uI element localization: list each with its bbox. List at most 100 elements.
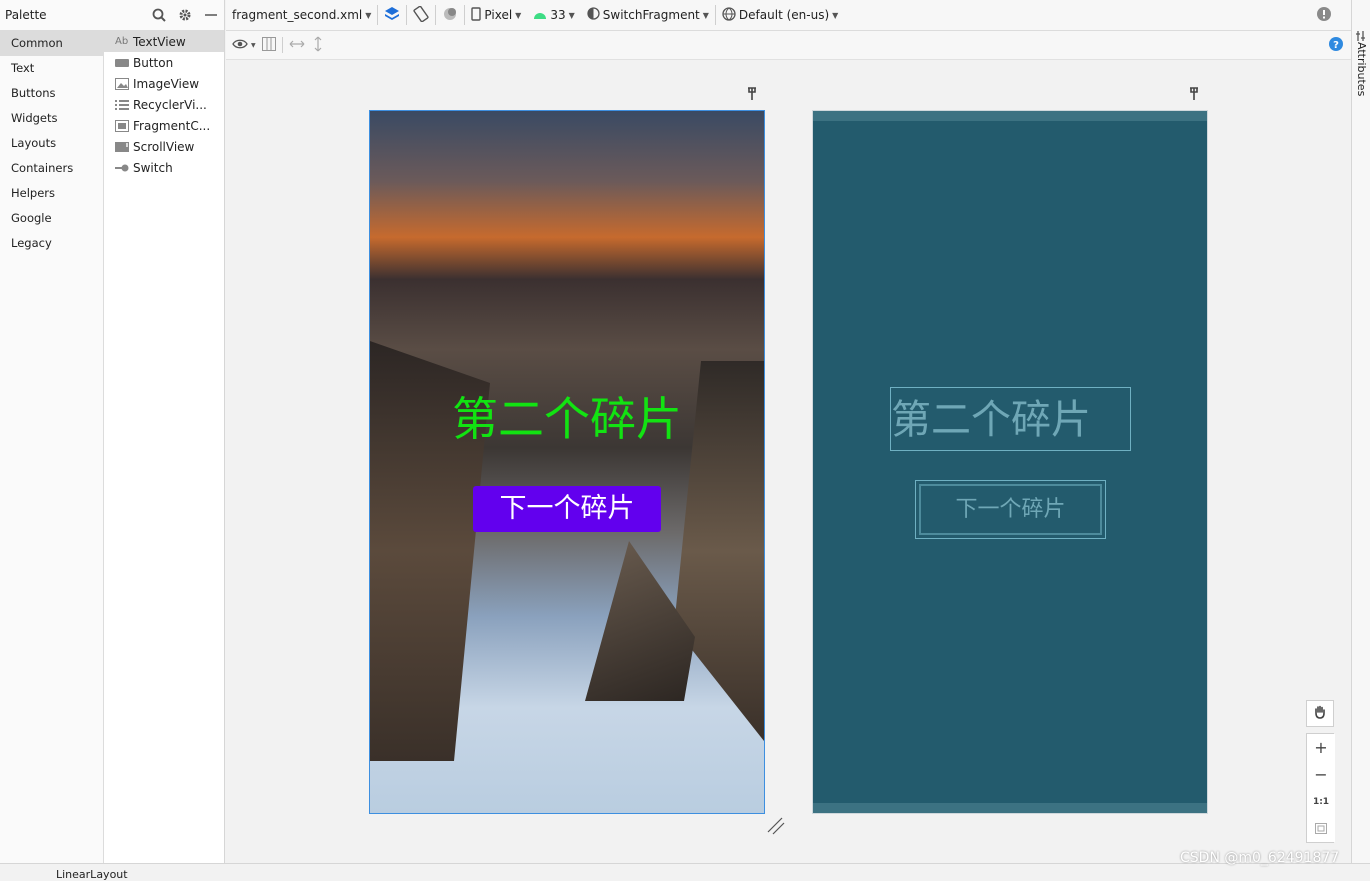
horizontal-arrows-icon [289,38,305,52]
device-selector[interactable]: Pixel ▼ [465,6,527,24]
image-icon [115,77,133,90]
palette-header: Palette [0,0,224,31]
warning-button[interactable] [1311,6,1351,24]
scroll-icon [115,141,133,153]
columns-icon [261,36,276,54]
api-selector[interactable]: 33 ▼ [527,8,580,23]
widget-textview[interactable]: Ab TextView [104,31,224,52]
chevron-down-icon: ▼ [515,10,522,20]
textview-icon: Ab [115,36,129,47]
component-tree-bar: LinearLayout [0,863,1370,881]
component-tree-item[interactable]: LinearLayout [56,868,128,881]
widget-switch[interactable]: Switch [104,157,224,178]
rotate-icon [413,5,430,25]
warning-icon [1317,6,1331,24]
locale-label: Default (en-us) [738,8,830,22]
widget-label: ImageView [133,76,200,91]
widget-imageview[interactable]: ImageView [104,73,224,94]
button-icon [115,58,133,68]
list-icon [115,99,133,111]
chevron-down-icon: ▼ [702,10,709,20]
widget-label: Switch [133,160,173,175]
layers-icon [384,6,400,25]
file-name: fragment_second.xml [232,8,363,22]
widget-button[interactable]: Button [104,52,224,73]
pan-button[interactable] [1306,700,1334,727]
search-icon[interactable] [146,8,172,22]
category-helpers[interactable]: Helpers [0,181,103,206]
design-preview[interactable]: 第二个碎片 下一个碎片 [369,110,765,814]
blueprint-textview[interactable]: 第二个碎片 [890,387,1131,451]
blueprint-button[interactable]: 下一个碎片 [915,480,1106,539]
category-common[interactable]: Common [0,31,103,56]
blueprint-button-label: 下一个碎片 [919,484,1102,535]
palette-categories: Common Text Buttons Widgets Layouts Cont… [0,31,104,863]
pin-icon[interactable] [746,87,758,101]
category-widgets[interactable]: Widgets [0,106,103,131]
vertical-resize-button[interactable] [311,36,329,55]
blueprint-nav-bar [813,803,1207,813]
view-options-button[interactable]: ▼ [226,38,262,53]
blueprint-preview[interactable]: 第二个碎片 下一个碎片 [812,110,1208,814]
widget-label: ScrollView [133,139,195,154]
theme-icon [442,6,458,25]
locale-selector[interactable]: Default (en-us) ▼ [716,6,844,24]
zoom-out-button[interactable]: − [1307,761,1335,788]
category-text[interactable]: Text [0,56,103,81]
svg-text:?: ? [1333,40,1339,51]
blueprint-status-bar [813,111,1207,121]
watermark-text: CSDN @m0_62491877 [1180,850,1340,866]
widget-label: Button [133,55,174,70]
fit-screen-icon [1315,819,1327,838]
night-mode-button[interactable] [436,6,464,25]
category-containers[interactable]: Containers [0,156,103,181]
view-toolbar: ▼ ? [226,31,1351,60]
widget-label: TextView [133,34,186,49]
category-google[interactable]: Google [0,206,103,231]
widget-scrollview[interactable]: ScrollView [104,136,224,157]
one-to-one-icon: 1:1 [1312,796,1330,807]
resize-handle[interactable] [767,817,785,838]
vertical-arrows-icon [313,36,323,55]
chevron-down-icon: ▼ [568,10,575,20]
minus-icon: − [1314,765,1328,784]
zoom-group: + − 1:1 [1306,733,1335,843]
preview-textview[interactable]: 第二个碎片 [370,391,764,447]
category-buttons[interactable]: Buttons [0,81,103,106]
orientation-button[interactable] [407,5,435,25]
help-button[interactable]: ? [1323,36,1351,54]
gear-icon[interactable] [172,8,198,22]
category-layouts[interactable]: Layouts [0,131,103,156]
pin-icon[interactable] [1188,87,1200,101]
hand-icon [1313,704,1327,723]
widget-label: FragmentC... [133,118,211,133]
zoom-in-button[interactable]: + [1307,734,1335,761]
zoom-fit-button[interactable] [1307,815,1335,842]
widget-fragmentcontainer[interactable]: FragmentC... [104,115,224,136]
phone-icon [471,6,482,24]
minimize-icon[interactable] [198,9,224,21]
file-selector[interactable]: fragment_second.xml ▼ [226,8,377,22]
chevron-down-icon: ▼ [365,10,372,20]
attributes-tab[interactable]: Attributes [1355,42,1368,96]
zoom-actual-size-button[interactable]: 1:1 [1307,788,1335,815]
context-icon [587,7,600,23]
design-surface-button[interactable] [378,6,406,25]
eye-icon [232,38,248,53]
preview-next-button[interactable]: 下一个碎片 [473,486,661,532]
api-label: 33 [550,8,566,22]
horizontal-resize-button[interactable] [283,38,311,52]
widget-recyclerview[interactable]: RecyclerVi... [104,94,224,115]
layout-columns-button[interactable] [261,36,282,54]
android-icon [533,8,547,23]
background-rock-center [585,541,695,701]
fragment-label: SwitchFragment [602,8,700,22]
palette-panel: Palette Common Text Buttons Widgets Layo… [0,0,225,863]
palette-widgets: Ab TextView Button ImageView RecyclerVi.… [104,31,224,863]
device-label: Pixel [484,8,513,22]
editor-toolbar: fragment_second.xml ▼ Pixel ▼ 33 ▼ Switc… [226,0,1351,31]
activity-selector[interactable]: SwitchFragment ▼ [581,7,715,23]
chevron-down-icon: ▼ [832,10,839,20]
plus-icon: + [1314,738,1328,757]
category-legacy[interactable]: Legacy [0,231,103,256]
